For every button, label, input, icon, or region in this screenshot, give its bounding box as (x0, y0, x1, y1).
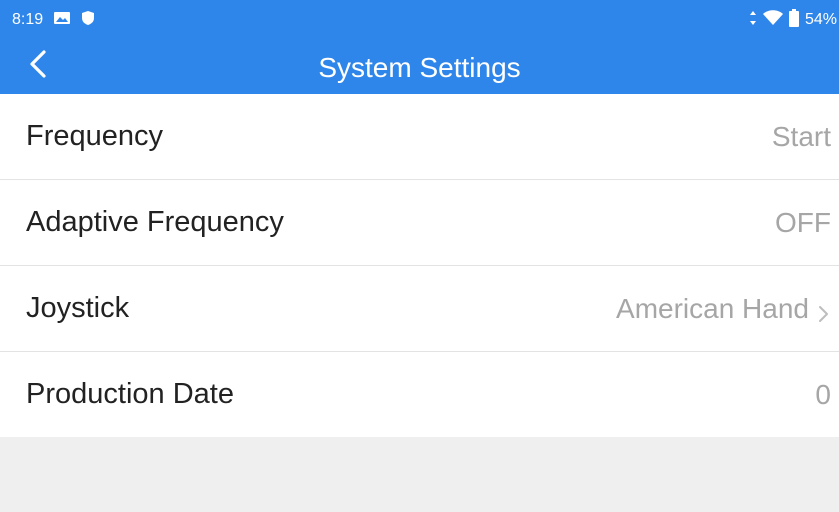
status-left: 8:19 (12, 10, 95, 30)
shield-icon (81, 10, 95, 31)
setting-value: Start (772, 121, 831, 153)
setting-label: Joystick (26, 292, 130, 324)
status-time: 8:19 (12, 11, 44, 28)
chevron-right-icon (817, 299, 831, 322)
battery-percent: 54% (804, 11, 837, 28)
wifi-icon (762, 9, 783, 31)
data-arrows-icon (749, 10, 757, 30)
app-bar: System Settings (0, 40, 839, 94)
setting-value: OFF (775, 207, 831, 239)
setting-label: Frequency (26, 120, 164, 152)
setting-value-text: 0 (815, 378, 831, 410)
image-icon (53, 10, 71, 31)
setting-row-production-date: Production Date 0 (0, 352, 839, 437)
page-title: System Settings (318, 52, 521, 83)
setting-value: American Hand (616, 293, 831, 325)
battery-icon (788, 8, 799, 32)
setting-label: Adaptive Frequency (26, 206, 284, 238)
setting-value: 0 (815, 379, 831, 411)
setting-row-frequency[interactable]: Frequency Start (0, 94, 839, 180)
setting-value-text: Start (771, 120, 831, 152)
setting-value-text: OFF (775, 206, 831, 238)
setting-value-text: American Hand (616, 292, 809, 324)
setting-label: Production Date (26, 378, 234, 410)
status-right: 54% (749, 8, 837, 32)
setting-row-joystick[interactable]: Joystick American Hand (0, 266, 839, 352)
setting-row-adaptive-frequency[interactable]: Adaptive Frequency OFF (0, 180, 839, 266)
settings-list: Frequency Start Adaptive Frequency OFF J… (0, 94, 839, 437)
status-bar: 8:19 54% (0, 0, 839, 40)
